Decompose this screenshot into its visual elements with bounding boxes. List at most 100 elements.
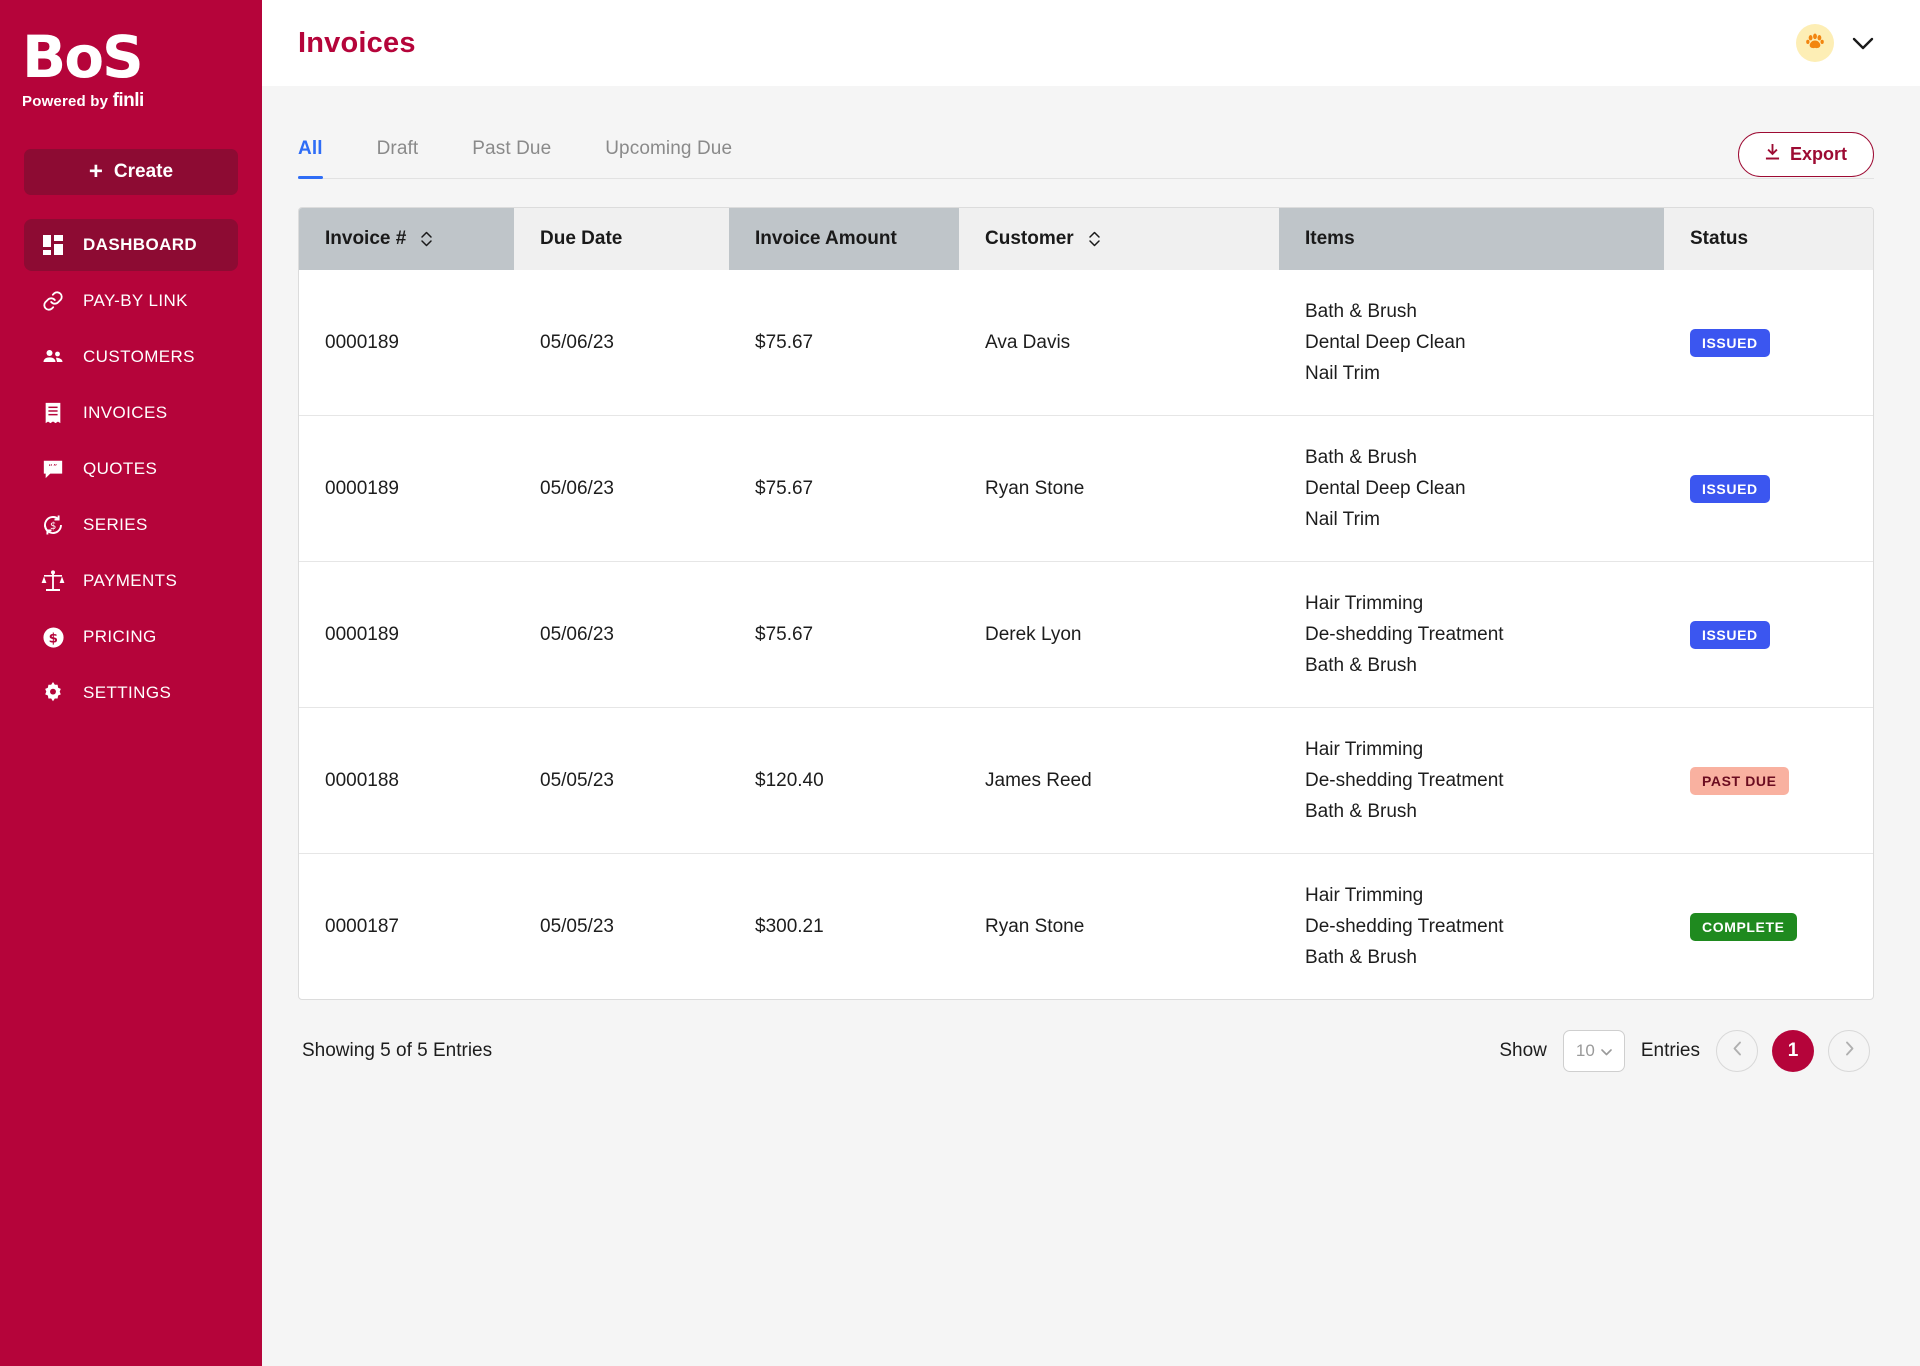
recurring-dollar-icon: $ xyxy=(41,513,65,537)
sidebar-item-payments[interactable]: PAYMENTS xyxy=(24,555,238,607)
cell-invoice-amount: $75.67 xyxy=(729,561,959,708)
column-header-label: Items xyxy=(1305,228,1355,249)
page-size-select[interactable]: 10 xyxy=(1562,1030,1625,1072)
cell-invoice-amount: $300.21 xyxy=(729,853,959,999)
invoice-icon xyxy=(41,401,65,425)
chevron-right-icon xyxy=(1845,1040,1854,1062)
cell-due-date: 05/06/23 xyxy=(540,331,614,353)
sidebar-item-settings[interactable]: SETTINGS xyxy=(24,667,238,719)
sort-icon[interactable] xyxy=(1088,230,1101,248)
sidebar-item-pricing[interactable]: $ PRICING xyxy=(24,611,238,663)
sidebar-item-quotes[interactable]: “” QUOTES xyxy=(24,443,238,495)
cell-status: ISSUED xyxy=(1664,561,1873,708)
content-area: All Draft Past Due Upcoming Due Export I… xyxy=(262,86,1920,1366)
sidebar-item-pay-by-link[interactable]: PAY-BY LINK xyxy=(24,275,238,327)
cell-due-date: 05/05/23 xyxy=(514,707,729,854)
prev-page-button[interactable] xyxy=(1716,1030,1758,1072)
create-button-label: Create xyxy=(113,161,174,182)
create-button[interactable]: + Create xyxy=(24,149,238,195)
chevron-down-icon[interactable] xyxy=(1852,37,1874,50)
sidebar-item-invoices[interactable]: INVOICES xyxy=(24,387,238,439)
quote-icon: “” xyxy=(41,457,65,481)
tab-draft[interactable]: Draft xyxy=(377,130,419,178)
column-header-customer[interactable]: Customer xyxy=(959,208,1279,270)
cell-items: Hair Trimming De-shedding Treatment Bath… xyxy=(1279,707,1664,854)
cell-invoice-amount: $75.67 xyxy=(755,331,814,353)
entries-label: Entries xyxy=(1640,1040,1700,1061)
top-bar: Invoices xyxy=(262,0,1920,86)
svg-text:“”: “” xyxy=(48,462,57,472)
sidebar-item-label: QUOTES xyxy=(83,459,158,478)
main-area: Invoices All Draft Past Due Upcoming Due… xyxy=(262,0,1920,1366)
sidebar-item-dashboard[interactable]: DASHBOARD xyxy=(24,219,238,271)
sidebar-item-series[interactable]: $ SERIES xyxy=(24,499,238,551)
sidebar-item-customers[interactable]: CUSTOMERS xyxy=(24,331,238,383)
status-badge: ISSUED xyxy=(1690,474,1770,503)
cell-customer: James Reed xyxy=(959,707,1279,854)
finli-brand: finli xyxy=(112,90,145,111)
export-button[interactable]: Export xyxy=(1737,132,1874,177)
cell-invoice-number: 0000187 xyxy=(299,853,514,999)
tab-past-due[interactable]: Past Due xyxy=(472,130,551,178)
user-menu[interactable] xyxy=(1796,24,1874,62)
invoices-table-card: Invoice # Due Date Invoice Amount Custom… xyxy=(298,207,1874,1000)
page-number-button[interactable]: 1 xyxy=(1772,1030,1814,1072)
avatar[interactable] xyxy=(1796,24,1834,62)
brand-logo: BoS Powered by finli xyxy=(0,0,262,112)
sidebar-item-label: INVOICES xyxy=(83,403,168,422)
link-icon xyxy=(41,289,65,313)
cell-invoice-amount: $75.67 xyxy=(729,415,959,562)
column-header-invoice-number[interactable]: Invoice # xyxy=(299,208,514,270)
filter-tabs: All Draft Past Due Upcoming Due xyxy=(298,130,786,179)
cell-due-date: 05/06/23 xyxy=(514,415,729,562)
pagination-controls: Show 10 Entries 1 xyxy=(1499,1030,1870,1072)
status-badge: ISSUED xyxy=(1690,328,1770,357)
scales-icon xyxy=(41,569,65,593)
sidebar-item-label: PAYMENTS xyxy=(83,571,178,590)
sidebar-item-label: DASHBOARD xyxy=(83,235,198,254)
cell-invoice-amount: $120.40 xyxy=(729,707,959,854)
table-footer: Showing 5 of 5 Entries Show 10 Entries 1 xyxy=(298,1000,1874,1072)
column-header-label: Invoice # xyxy=(325,228,407,249)
logo-subtitle: Powered by finli xyxy=(22,90,262,112)
next-page-button[interactable] xyxy=(1828,1030,1870,1072)
app-root: BoS Powered by finli + Create DASHBOARD … xyxy=(0,0,1920,1366)
table-row[interactable]: 0000189 05/06/23 $75.67 Derek Lyon Hair … xyxy=(299,561,1873,708)
people-icon xyxy=(41,345,65,369)
sidebar-item-label: SETTINGS xyxy=(83,683,172,702)
tab-upcoming-due[interactable]: Upcoming Due xyxy=(605,130,732,178)
cell-items: Hair Trimming De-shedding Treatment Bath… xyxy=(1279,561,1664,708)
column-header-label: Due Date xyxy=(540,228,623,249)
gear-icon xyxy=(41,681,65,705)
sidebar-item-label: PRICING xyxy=(83,627,157,646)
cell-items: Hair Trimming De-shedding Treatment Bath… xyxy=(1279,853,1664,999)
table-header-row: Invoice # Due Date Invoice Amount Custom… xyxy=(299,208,1873,270)
column-header-items: Items xyxy=(1279,208,1664,270)
svg-text:$: $ xyxy=(48,631,58,646)
page-size-value: 10 xyxy=(1575,1041,1595,1060)
column-header-invoice-amount: Invoice Amount xyxy=(729,208,959,270)
export-button-label: Export xyxy=(1789,144,1847,164)
page-buttons: 1 xyxy=(1716,1030,1870,1072)
cell-status: PAST DUE xyxy=(1664,707,1873,854)
table-row[interactable]: 0000189 05/06/23 $75.67 Ava Davis Bath &… xyxy=(299,270,1873,416)
cell-status: ISSUED xyxy=(1664,415,1873,562)
table-row[interactable]: 0000188 05/05/23 $120.40 James Reed Hair… xyxy=(299,707,1873,854)
cell-items: Bath & Brush Dental Deep Clean Nail Trim xyxy=(1279,415,1664,562)
table-row[interactable]: 0000187 05/05/23 $300.21 Ryan Stone Hair… xyxy=(299,853,1873,999)
tab-all[interactable]: All xyxy=(298,130,323,179)
sort-icon[interactable] xyxy=(420,230,433,248)
powered-by-text: Powered by xyxy=(22,93,113,110)
sidebar-item-label: SERIES xyxy=(83,515,148,534)
sidebar-item-label: PAY-BY LINK xyxy=(83,291,188,310)
sidebar: BoS Powered by finli + Create DASHBOARD … xyxy=(0,0,262,1366)
plus-icon: + xyxy=(88,158,103,185)
column-header-label: Customer xyxy=(985,228,1074,249)
cell-status: COMPLETE xyxy=(1664,853,1873,999)
show-label: Show xyxy=(1499,1040,1547,1061)
table-row[interactable]: 0000189 05/06/23 $75.67 Ryan Stone Bath … xyxy=(299,415,1873,562)
cell-invoice-number: 0000189 xyxy=(299,415,514,562)
cell-invoice-number: 0000188 xyxy=(299,707,514,854)
cell-customer: Ava Davis xyxy=(985,331,1071,353)
status-badge: ISSUED xyxy=(1690,620,1770,649)
